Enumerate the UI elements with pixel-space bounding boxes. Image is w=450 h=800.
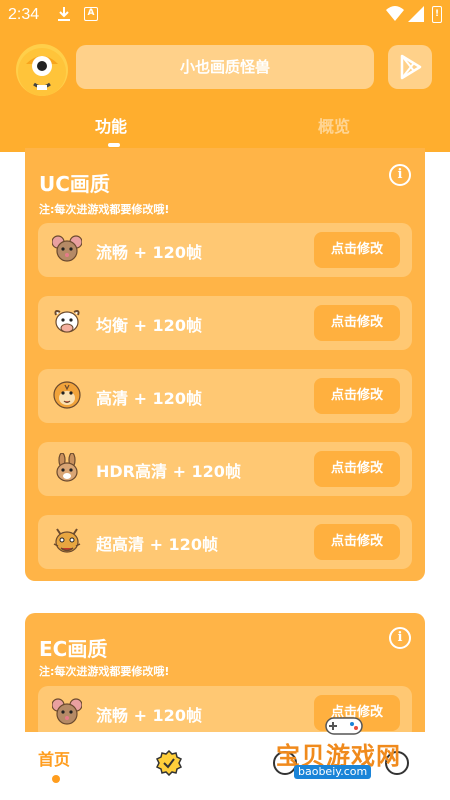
list-item: 流畅 + 120帧 点击修改 — [38, 223, 412, 277]
status-bar: 2:34 A ! — [0, 0, 450, 30]
modify-button[interactable]: 点击修改 — [314, 378, 400, 414]
nav-item-home[interactable]: 首页 — [38, 746, 70, 770]
download-icon — [58, 7, 70, 24]
row-label: 流畅 + 120帧 — [96, 243, 202, 262]
section-title: UC画质 — [39, 172, 110, 196]
watermark: 宝贝游戏网 baobeiy.com — [272, 712, 432, 782]
dragon-icon — [53, 528, 81, 553]
search-bar[interactable]: 小也画质怪兽 — [76, 45, 374, 89]
tab-overview[interactable]: 概览 — [318, 113, 350, 137]
list-item: HDR高清 + 120帧 点击修改 — [38, 442, 412, 496]
info-icon[interactable]: i — [389, 164, 411, 186]
row-label: 均衡 + 120帧 — [96, 316, 202, 335]
tab-function[interactable]: 功能 — [95, 113, 127, 137]
battery-icon: ! — [432, 6, 442, 23]
cow-icon — [54, 310, 80, 333]
list-item: 高清 + 120帧 点击修改 — [38, 369, 412, 423]
wifi-icon — [386, 6, 404, 24]
badge-check-icon[interactable] — [156, 750, 182, 776]
list-item: 均衡 + 120帧 点击修改 — [38, 296, 412, 350]
app-notification-icon: A — [84, 7, 98, 21]
section-uc-quality: UC画质 注:每次进游戏都要修改哦! i 流畅 + 120帧 点击修改 均衡 +… — [25, 148, 425, 581]
watermark-url: baobeiy.com — [294, 765, 372, 779]
row-label: HDR高清 + 120帧 — [96, 462, 241, 481]
tiger-icon — [53, 381, 81, 409]
modify-button[interactable]: 点击修改 — [314, 232, 400, 268]
modify-button[interactable]: 点击修改 — [314, 451, 400, 487]
section-note: 注:每次进游戏都要修改哦! — [39, 203, 170, 216]
status-time: 2:34 — [8, 6, 40, 23]
mouse-icon — [52, 235, 82, 262]
play-icon — [400, 54, 422, 80]
gamepad-icon — [325, 717, 363, 735]
row-label: 超高清 + 120帧 — [96, 535, 218, 554]
signal-icon — [408, 6, 424, 25]
app-header: 2:34 A ! 小也画质怪兽 功能 概览 — [0, 0, 450, 152]
modify-button[interactable]: 点击修改 — [314, 524, 400, 560]
play-store-button[interactable] — [388, 45, 432, 89]
avatar[interactable] — [16, 44, 68, 96]
section-title: EC画质 — [39, 637, 108, 661]
info-icon[interactable]: i — [389, 627, 411, 649]
active-tab-indicator — [108, 143, 120, 147]
rabbit-icon — [56, 453, 78, 482]
mouse-icon — [52, 698, 82, 725]
section-note: 注:每次进游戏都要修改哦! — [39, 665, 170, 678]
nav-active-dot — [52, 775, 60, 783]
list-item: 超高清 + 120帧 点击修改 — [38, 515, 412, 569]
row-label: 高清 + 120帧 — [96, 389, 202, 408]
modify-button[interactable]: 点击修改 — [314, 305, 400, 341]
row-label: 流畅 + 120帧 — [96, 706, 202, 725]
